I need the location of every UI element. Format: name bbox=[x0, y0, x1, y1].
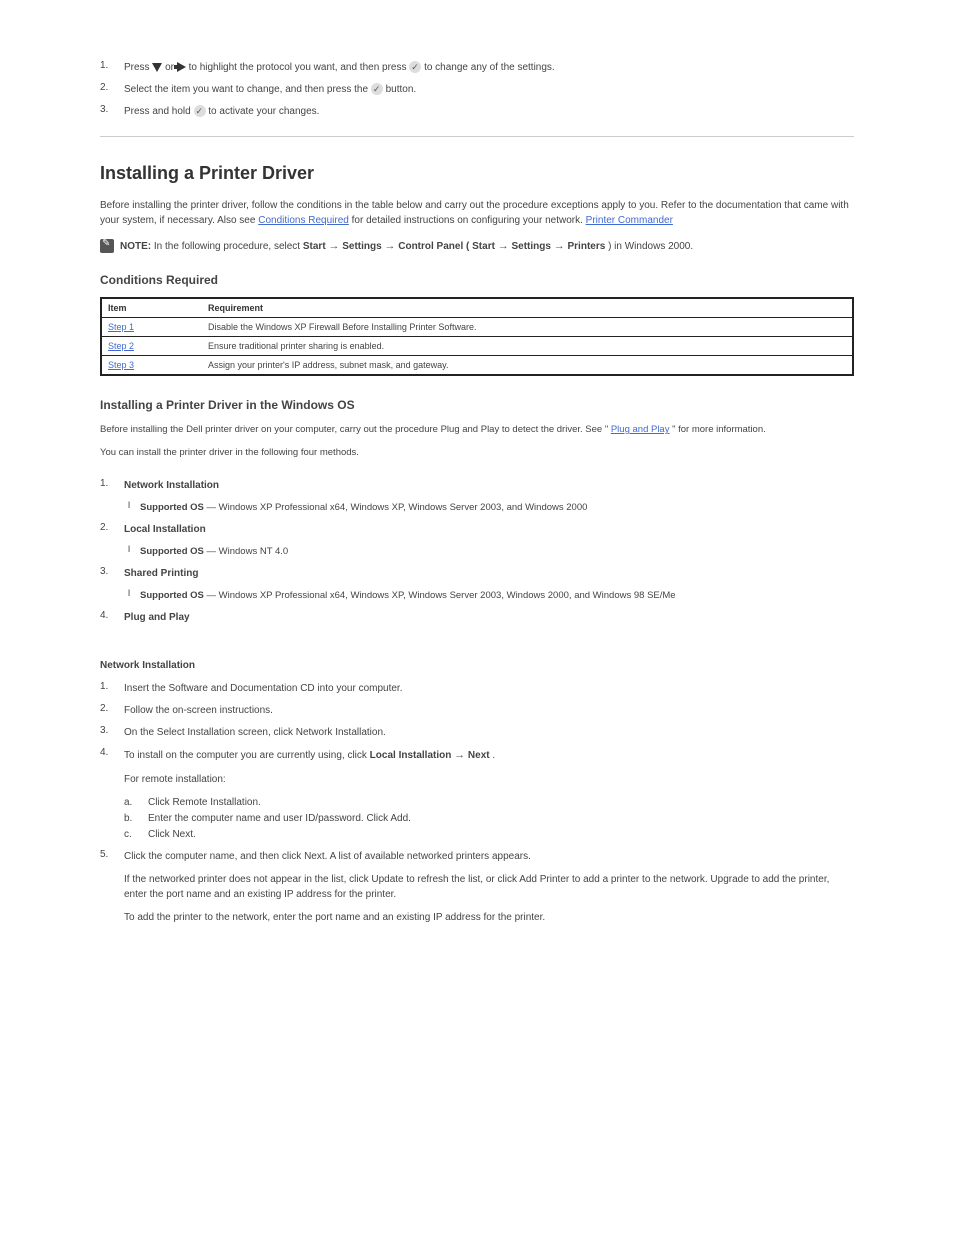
list-number: 3. bbox=[100, 566, 124, 577]
section-heading: Installing a Printer Driver bbox=[100, 163, 854, 184]
step-text: On the Select Installation screen, click… bbox=[124, 725, 854, 741]
bullet: l bbox=[128, 500, 140, 511]
step-number: 2. bbox=[100, 703, 124, 714]
step-text: Select the item you want to change, and … bbox=[124, 82, 854, 98]
table-cell: Ensure traditional printer sharing is en… bbox=[208, 341, 846, 351]
supported-os: Supported OS — Windows XP Professional x… bbox=[140, 588, 854, 604]
method-title: Shared Printing bbox=[124, 568, 198, 579]
intro-paragraph: Before installing the printer driver, fo… bbox=[100, 198, 854, 228]
step-text: Press and hold to activate your changes. bbox=[124, 104, 854, 120]
check-icon bbox=[409, 61, 421, 73]
bullet: l bbox=[128, 544, 140, 555]
step-link[interactable]: Step 3 bbox=[108, 360, 134, 370]
substep-text: Click Remote Installation. bbox=[148, 795, 261, 811]
arrow-right-icon bbox=[177, 62, 186, 72]
step-text: Follow the on-screen instructions. bbox=[124, 703, 854, 719]
step-number: 3. bbox=[100, 104, 124, 115]
table-header-requirement: Requirement bbox=[208, 303, 846, 313]
link-printer-commander[interactable]: Printer Commander bbox=[586, 215, 673, 226]
method-title: Local Installation bbox=[124, 524, 206, 535]
check-icon bbox=[371, 83, 383, 95]
table-cell: Disable the Windows XP Firewall Before I… bbox=[208, 322, 846, 332]
supported-os: Supported OS — Windows XP Professional x… bbox=[140, 500, 854, 516]
table-cell: Assign your printer's IP address, subnet… bbox=[208, 360, 846, 370]
step-text: Insert the Software and Documentation CD… bbox=[124, 681, 854, 697]
paragraph: Before installing the Dell printer drive… bbox=[100, 422, 854, 437]
substep-label: a. bbox=[124, 795, 148, 811]
subsection-heading: Installing a Printer Driver in the Windo… bbox=[100, 398, 854, 412]
supported-os: Supported OS — Windows NT 4.0 bbox=[140, 544, 854, 560]
table-row: Step 1 Disable the Windows XP Firewall B… bbox=[102, 318, 852, 337]
step-link[interactable]: Step 2 bbox=[108, 341, 134, 351]
paragraph: You can install the printer driver in th… bbox=[100, 445, 854, 460]
bullet: l bbox=[128, 588, 140, 599]
table-row: Step 3 Assign your printer's IP address,… bbox=[102, 356, 852, 374]
step-number: 1. bbox=[100, 681, 124, 692]
table-header-item: Item bbox=[108, 303, 208, 313]
substep-label: b. bbox=[124, 811, 148, 827]
substep-text: Enter the computer name and user ID/pass… bbox=[148, 811, 411, 827]
table-heading: Conditions Required bbox=[100, 273, 854, 287]
step-number: 5. bbox=[100, 849, 124, 860]
check-icon bbox=[194, 105, 206, 117]
step-link[interactable]: Step 1 bbox=[108, 322, 134, 332]
caret-down-icon bbox=[152, 63, 162, 72]
note-text: NOTE: In the following procedure, select… bbox=[120, 238, 854, 255]
table-row: Step 2 Ensure traditional printer sharin… bbox=[102, 337, 852, 356]
step-number: 3. bbox=[100, 725, 124, 736]
link-conditions-required[interactable]: Conditions Required bbox=[258, 215, 349, 226]
conditions-table: Item Requirement Step 1 Disable the Wind… bbox=[100, 297, 854, 376]
list-number: 4. bbox=[100, 610, 124, 621]
note-icon bbox=[100, 239, 114, 253]
list-number: 2. bbox=[100, 522, 124, 533]
step-number: 1. bbox=[100, 60, 124, 71]
step-number: 4. bbox=[100, 747, 124, 758]
method-title: Network Installation bbox=[124, 480, 219, 491]
step-number: 2. bbox=[100, 82, 124, 93]
step-subtext: For remote installation: bbox=[124, 772, 854, 787]
list-number: 1. bbox=[100, 478, 124, 489]
link-plug-and-play[interactable]: Plug and Play bbox=[611, 424, 670, 435]
substep-label: c. bbox=[124, 827, 148, 843]
step-text: Click the computer name, and then click … bbox=[124, 849, 854, 933]
step-text: Press or to highlight the protocol you w… bbox=[124, 60, 854, 76]
subsubsection-heading: Network Installation bbox=[100, 660, 854, 671]
divider bbox=[100, 136, 854, 137]
substep-text: Click Next. bbox=[148, 827, 196, 843]
method-title: Plug and Play bbox=[124, 612, 190, 623]
step-text: To install on the computer you are curre… bbox=[124, 747, 854, 843]
